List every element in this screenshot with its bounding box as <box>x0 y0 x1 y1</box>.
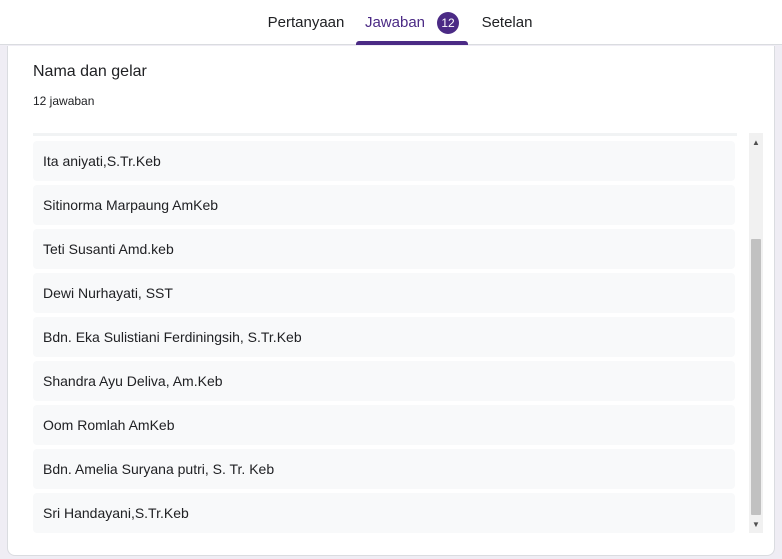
question-summary-card: Nama dan gelar 12 jawaban Ita aniyati,S.… <box>7 46 775 556</box>
list-item: Dewi Nurhayati, SST <box>33 273 735 313</box>
scrollbar-thumb[interactable] <box>751 239 761 515</box>
list-top-edge <box>33 133 737 136</box>
list-item: Oom Romlah AmKeb <box>33 405 735 445</box>
question-title: Nama dan gelar <box>33 63 147 80</box>
tab-jawaban-label: Jawaban <box>364 14 426 31</box>
tab-pertanyaan[interactable]: Pertanyaan <box>262 0 350 45</box>
response-list[interactable]: Ita aniyati,S.Tr.Keb Sitinorma Marpaung … <box>33 133 737 533</box>
tab-jawaban[interactable]: Jawaban 12 <box>356 0 468 45</box>
list-item: Bdn. Amelia Suryana putri, S. Tr. Keb <box>33 449 735 489</box>
response-count-badge: 12 <box>437 11 460 34</box>
scroll-up-icon[interactable]: ▲ <box>749 135 763 149</box>
tab-setelan-label: Setelan <box>481 14 533 31</box>
vertical-scrollbar[interactable]: ▲ ▼ <box>749 133 763 533</box>
tab-pertanyaan-label: Pertanyaan <box>267 14 345 31</box>
response-count: 12 jawaban <box>33 94 95 108</box>
list-item: Shandra Ayu Deliva, Am.Keb <box>33 361 735 401</box>
top-tab-bar: Pertanyaan Jawaban 12 Setelan <box>0 0 782 45</box>
list-item: Ita aniyati,S.Tr.Keb <box>33 141 735 181</box>
list-item: Sitinorma Marpaung AmKeb <box>33 185 735 225</box>
list-item: Sri Handayani,S.Tr.Keb <box>33 493 735 533</box>
list-item: Teti Susanti Amd.keb <box>33 229 735 269</box>
tab-setelan[interactable]: Setelan <box>476 0 538 45</box>
active-tab-indicator <box>356 41 468 45</box>
list-item: Bdn. Eka Sulistiani Ferdiningsih, S.Tr.K… <box>33 317 735 357</box>
scroll-down-icon[interactable]: ▼ <box>749 517 763 531</box>
